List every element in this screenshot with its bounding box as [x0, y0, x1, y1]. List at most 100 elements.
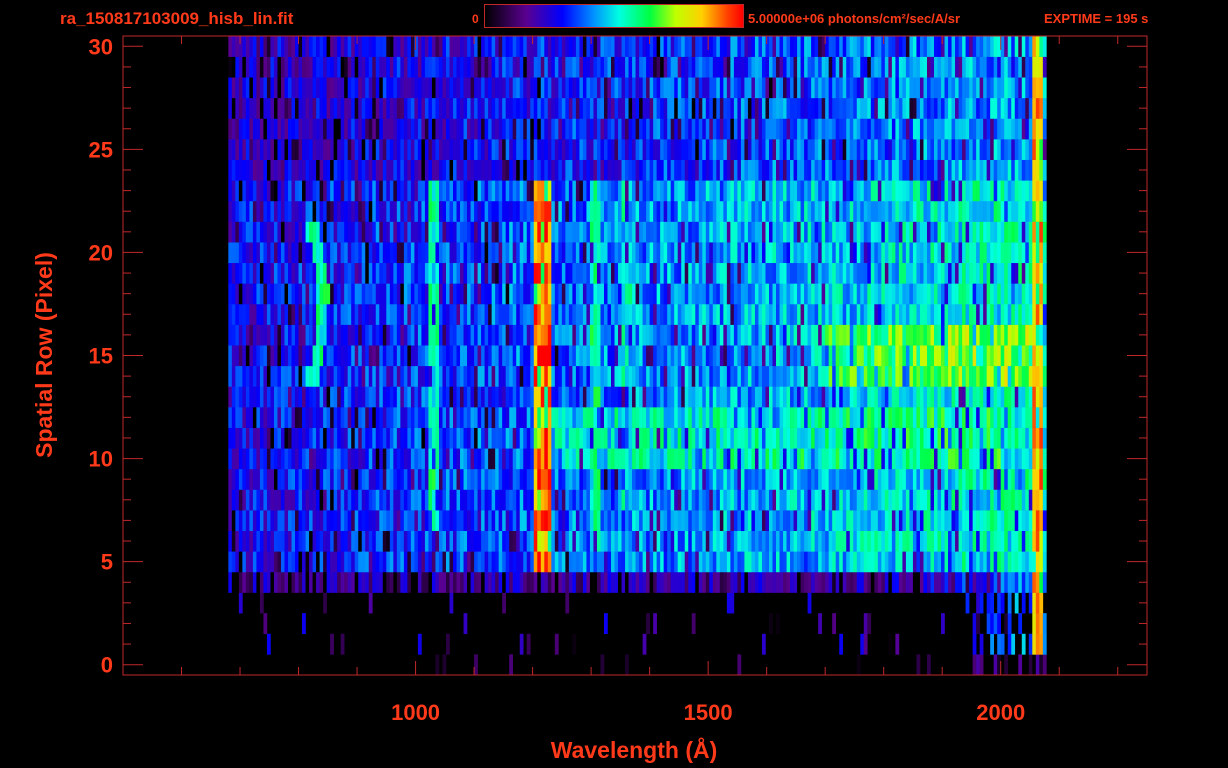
- heatmap-cell: [424, 510, 429, 532]
- heatmap-cell: [386, 448, 391, 470]
- heatmap-cell: [579, 468, 584, 490]
- heatmap-cell: [603, 262, 608, 284]
- heatmap-cell: [291, 510, 296, 532]
- heatmap-cell: [312, 365, 317, 387]
- heatmap-cell: [733, 386, 738, 408]
- heatmap-cell: [347, 571, 352, 593]
- heatmap-cell: [396, 551, 401, 573]
- heatmap-cell: [442, 551, 447, 573]
- heatmap-cell: [969, 221, 973, 243]
- heatmap-cell: [330, 365, 334, 387]
- heatmap-cell: [358, 407, 363, 428]
- heatmap-cell: [238, 530, 243, 552]
- heatmap-cell: [368, 200, 373, 222]
- heatmap-cell: [389, 468, 394, 490]
- heatmap-cell: [716, 345, 721, 367]
- heatmap-cell: [330, 345, 334, 367]
- heatmap-cell: [1018, 571, 1023, 593]
- heatmap-cell: [284, 200, 289, 222]
- heatmap-cell: [340, 200, 345, 222]
- heatmap-cell: [340, 159, 345, 181]
- heatmap-cell: [256, 200, 261, 222]
- heatmap-cell: [421, 345, 426, 367]
- heatmap-cell: [825, 489, 829, 511]
- heatmap-cell: [853, 242, 858, 264]
- heatmap-cell: [431, 242, 436, 264]
- heatmap-cell: [1039, 633, 1044, 655]
- heatmap-cell: [572, 324, 577, 346]
- heatmap-cell: [498, 510, 503, 532]
- heatmap-cell: [365, 386, 370, 408]
- heatmap-cell: [291, 242, 296, 264]
- heatmap-cell: [568, 200, 573, 222]
- heatmap-cell: [509, 530, 513, 552]
- heatmap-cell: [958, 200, 963, 222]
- heatmap-cell: [498, 200, 503, 222]
- heatmap-cell: [877, 221, 882, 243]
- heatmap-cell: [302, 530, 306, 552]
- heatmap-cell: [856, 242, 861, 264]
- heatmap-cell: [1039, 262, 1044, 284]
- heatmap-cell: [382, 468, 387, 490]
- heatmap-cell: [407, 510, 412, 532]
- heatmap-cell: [596, 180, 601, 202]
- heatmap-cell: [972, 510, 977, 532]
- heatmap-cell: [684, 489, 689, 511]
- heatmap-cell: [245, 159, 250, 181]
- heatmap-cell: [790, 551, 794, 573]
- heatmap-cell: [660, 262, 664, 284]
- heatmap-cell: [593, 386, 598, 408]
- heatmap-cell: [516, 407, 521, 428]
- heatmap-cell: [905, 571, 910, 593]
- heatmap-cell: [603, 200, 608, 222]
- heatmap-cell: [716, 159, 721, 181]
- heatmap-cell: [435, 427, 440, 449]
- heatmap-cell: [540, 365, 545, 387]
- heatmap-cell: [1018, 613, 1023, 635]
- heatmap-cell: [990, 242, 994, 264]
- heatmap-cell: [888, 448, 893, 470]
- heatmap-cell: [1021, 345, 1026, 367]
- heatmap-cell: [421, 221, 426, 243]
- heatmap-cell: [1004, 345, 1009, 367]
- heatmap-cell: [396, 365, 401, 387]
- heatmap-cell: [758, 303, 763, 325]
- heatmap-cell: [375, 571, 380, 593]
- heatmap-cell: [726, 489, 731, 511]
- heatmap-cell: [649, 365, 654, 387]
- heatmap-cell: [712, 510, 717, 532]
- heatmap-cell: [1004, 303, 1009, 325]
- heatmap-cell: [446, 365, 450, 387]
- heatmap-cell: [790, 530, 794, 552]
- heatmap-cell: [530, 303, 535, 325]
- heatmap-cell: [993, 613, 998, 635]
- heatmap-cell: [463, 530, 468, 552]
- heatmap-cell: [681, 345, 686, 367]
- heatmap-cell: [259, 407, 264, 428]
- heatmap-cell: [326, 407, 331, 428]
- heatmap-cell: [337, 221, 341, 243]
- heatmap-cell: [958, 571, 963, 593]
- heatmap-cell: [340, 345, 345, 367]
- heatmap-cell: [895, 180, 900, 202]
- heatmap-cell: [730, 510, 735, 532]
- heatmap-cell: [758, 365, 763, 387]
- heatmap-cell: [228, 303, 233, 325]
- heatmap-cell: [319, 427, 324, 449]
- heatmap-cell: [860, 571, 865, 593]
- heatmap-cell: [449, 530, 454, 552]
- heatmap-cell: [572, 345, 577, 367]
- heatmap-cell: [509, 159, 513, 181]
- heatmap-cell: [955, 159, 959, 181]
- heatmap-cell: [273, 180, 278, 202]
- heatmap-cell: [323, 407, 327, 428]
- heatmap-cell: [846, 283, 851, 305]
- heatmap-cell: [561, 242, 566, 264]
- heatmap-cell: [937, 386, 942, 408]
- heatmap-cell: [421, 324, 426, 346]
- heatmap-cell: [547, 407, 552, 428]
- heatmap-cell: [460, 180, 464, 202]
- heatmap-cell: [516, 180, 521, 202]
- heatmap-cell: [839, 324, 844, 346]
- heatmap-cell: [438, 510, 443, 532]
